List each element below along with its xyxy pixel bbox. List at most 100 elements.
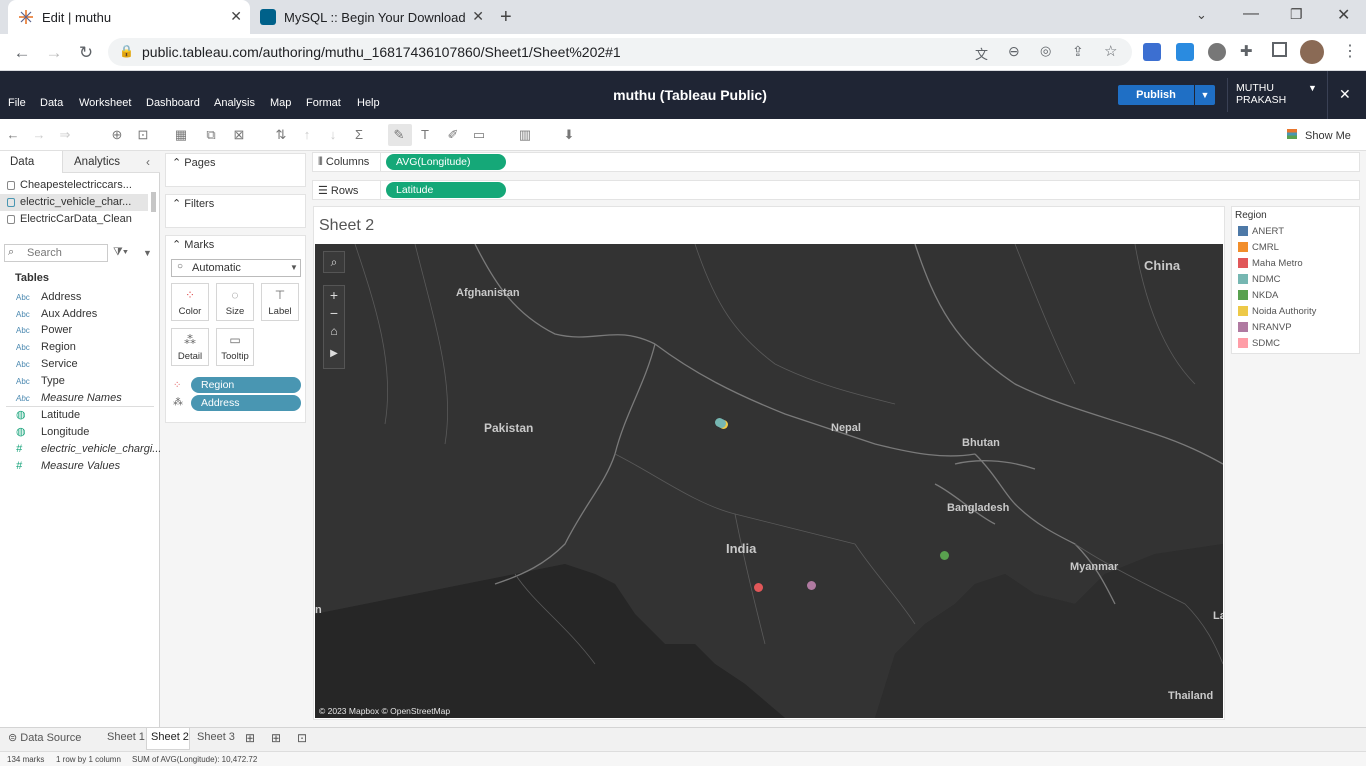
size-button[interactable]: ◌ Size (216, 283, 254, 321)
map-attribution[interactable]: © 2023 Mapbox © OpenStreetMap (319, 706, 450, 716)
menu-dashboard[interactable]: Dashboard (146, 97, 200, 109)
field-address[interactable]: Abc Address (0, 289, 155, 306)
label-button[interactable]: ⊤ Label (261, 283, 299, 321)
map-search-icon[interactable]: ⌕ (323, 251, 345, 273)
field-region[interactable]: Abc Region (0, 339, 155, 356)
browser-tab-mysql[interactable]: MySQL :: Begin Your Download ✕ (250, 0, 492, 34)
show-me-icon[interactable] (1287, 129, 1297, 139)
field-measure-values[interactable]: # Measure Values (0, 458, 155, 475)
legend-item[interactable]: NKDA (1238, 288, 1278, 304)
reload-icon[interactable]: ↻ (74, 41, 98, 65)
scrollbar-thumb[interactable] (151, 192, 156, 212)
url-text[interactable]: public.tableau.com/authoring/muthu_16817… (142, 44, 621, 60)
field-service[interactable]: Abc Service (0, 356, 155, 373)
datasource-item[interactable]: ElectricCarData_Clean (0, 211, 155, 228)
close-editor-icon[interactable]: ✕ (1339, 86, 1351, 103)
region-color-pill[interactable]: Region (191, 377, 301, 393)
back-arrow-icon[interactable]: ← (10, 41, 34, 65)
sheet-tab-3[interactable]: Sheet 3 (197, 731, 235, 743)
legend-item[interactable]: CMRL (1238, 240, 1279, 256)
tab-data[interactable]: Data (10, 156, 34, 168)
search-input[interactable]: Search (27, 247, 62, 259)
close-tab-icon[interactable]: ✕ (230, 8, 242, 25)
map-point-maha-metro[interactable] (754, 583, 763, 592)
address-detail-pill[interactable]: Address (191, 395, 301, 411)
new-dashboard-icon[interactable]: ⊞ (271, 731, 281, 745)
filter-funnel-icon[interactable]: ⧩▾ (113, 246, 128, 259)
sort-descending-icon[interactable]: ↓ (324, 127, 342, 143)
zoom-out-icon[interactable]: ⊖ (1008, 43, 1020, 60)
zoom-in-icon[interactable]: + (324, 287, 344, 303)
show-me-button[interactable]: Show Me (1305, 130, 1351, 142)
tooltip-button[interactable]: ▭ Tooltip (216, 328, 254, 366)
detail-button[interactable]: ⁂ Detail (171, 328, 209, 366)
pause-updates-icon[interactable]: ⊡ (134, 127, 152, 143)
close-tab-icon[interactable]: ✕ (472, 8, 484, 25)
latitude-pill[interactable]: Latitude (386, 182, 506, 198)
profile-avatar[interactable] (1300, 40, 1324, 64)
fit-view-icon[interactable]: ▭ (470, 127, 488, 143)
user-dropdown-icon[interactable]: ▼ (1308, 83, 1317, 93)
field-power[interactable]: Abc Power (0, 322, 155, 339)
map-point-nkda[interactable] (940, 551, 949, 560)
field-record-count[interactable]: # electric_vehicle_chargi... (0, 441, 161, 458)
sort-ascending-icon[interactable]: ↑ (298, 127, 316, 143)
expand-toolbar-icon[interactable]: ▶ (324, 348, 344, 359)
close-window-icon[interactable]: ✕ (1337, 5, 1350, 25)
browser-menu-icon[interactable]: ⋮ (1342, 41, 1358, 61)
new-tab-plus-icon[interactable]: + (500, 6, 512, 29)
legend-item[interactable]: Maha Metro (1238, 256, 1303, 272)
legend-item[interactable]: Noida Authority (1238, 304, 1316, 320)
forward-arrow-icon[interactable]: → (42, 41, 66, 65)
extension-mysql-icon[interactable] (1176, 43, 1194, 61)
replay-icon[interactable]: ⇒ (56, 127, 74, 143)
legend-item[interactable]: ANERT (1238, 224, 1284, 240)
menu-worksheet[interactable]: Worksheet (79, 97, 131, 109)
restore-window-icon[interactable]: ❐ (1290, 6, 1303, 23)
eye-off-icon[interactable]: ◎ (1040, 43, 1051, 59)
undo-icon[interactable]: ← (4, 127, 22, 143)
publish-dropdown-icon[interactable]: ▼ (1195, 85, 1215, 105)
tab-analytics[interactable]: Analytics (74, 156, 120, 168)
data-source-tab[interactable]: ⊜ Data Source (8, 731, 81, 744)
field-latitude[interactable]: ◍ Latitude (0, 407, 155, 424)
new-worksheet-icon[interactable]: ▦ (172, 127, 190, 143)
field-type[interactable]: Abc Type (0, 373, 155, 390)
datasource-item[interactable]: Cheapestelectriccars... (0, 177, 155, 194)
collapse-pane-icon[interactable]: ‹ (146, 155, 150, 169)
field-aux-address[interactable]: Abc Aux Addres (0, 306, 155, 323)
extension-calendar-icon[interactable] (1143, 43, 1161, 61)
menu-format[interactable]: Format (306, 97, 341, 109)
menu-help[interactable]: Help (357, 97, 380, 109)
color-button[interactable]: ⁘ Color (171, 283, 209, 321)
user-menu[interactable]: MUTHU PRAKASH (1236, 82, 1286, 106)
map-point-nranvp[interactable] (807, 581, 816, 590)
clear-sheet-icon[interactable]: ⊠ (230, 127, 248, 143)
legend-item[interactable]: NRANVP (1238, 320, 1292, 336)
duplicate-sheet-icon[interactable]: ⧉ (202, 127, 220, 143)
field-measure-names[interactable]: Abc Measure Names (0, 390, 155, 407)
datasource-item-selected[interactable]: electric_vehicle_char... (0, 194, 148, 211)
legend-item[interactable]: NDMC (1238, 272, 1281, 288)
menu-data[interactable]: Data (40, 97, 63, 109)
menu-analysis[interactable]: Analysis (214, 97, 255, 109)
swap-rows-columns-icon[interactable]: ⇅ (272, 127, 290, 143)
bookmark-star-icon[interactable]: ☆ (1104, 42, 1117, 60)
zoom-out-icon[interactable]: − (324, 305, 344, 321)
extension-settings-icon[interactable] (1208, 43, 1226, 61)
totals-sigma-icon[interactable]: Σ (350, 127, 368, 143)
new-data-source-icon[interactable]: ⊕ (108, 127, 126, 143)
share-icon[interactable]: ⇪ (1072, 43, 1084, 60)
show-mark-labels-icon[interactable]: T (416, 127, 434, 143)
presentation-mode-icon[interactable]: ▥ (516, 127, 534, 143)
extensions-puzzle-icon[interactable]: ✚ (1240, 42, 1253, 60)
menu-map[interactable]: Map (270, 97, 291, 109)
highlight-pen-icon[interactable]: ✎ (390, 127, 408, 143)
home-icon[interactable]: ⌂ (324, 324, 344, 338)
publish-button[interactable]: Publish (1118, 85, 1194, 105)
map-view[interactable]: China Afghanistan Pakistan Nepal Bhutan … (315, 244, 1223, 718)
legend-item[interactable]: SDMC (1238, 336, 1280, 352)
redo-icon[interactable]: → (30, 127, 48, 143)
tab-search-chevron-icon[interactable]: ⌄ (1196, 7, 1207, 23)
download-icon[interactable]: ⬇ (560, 127, 578, 143)
